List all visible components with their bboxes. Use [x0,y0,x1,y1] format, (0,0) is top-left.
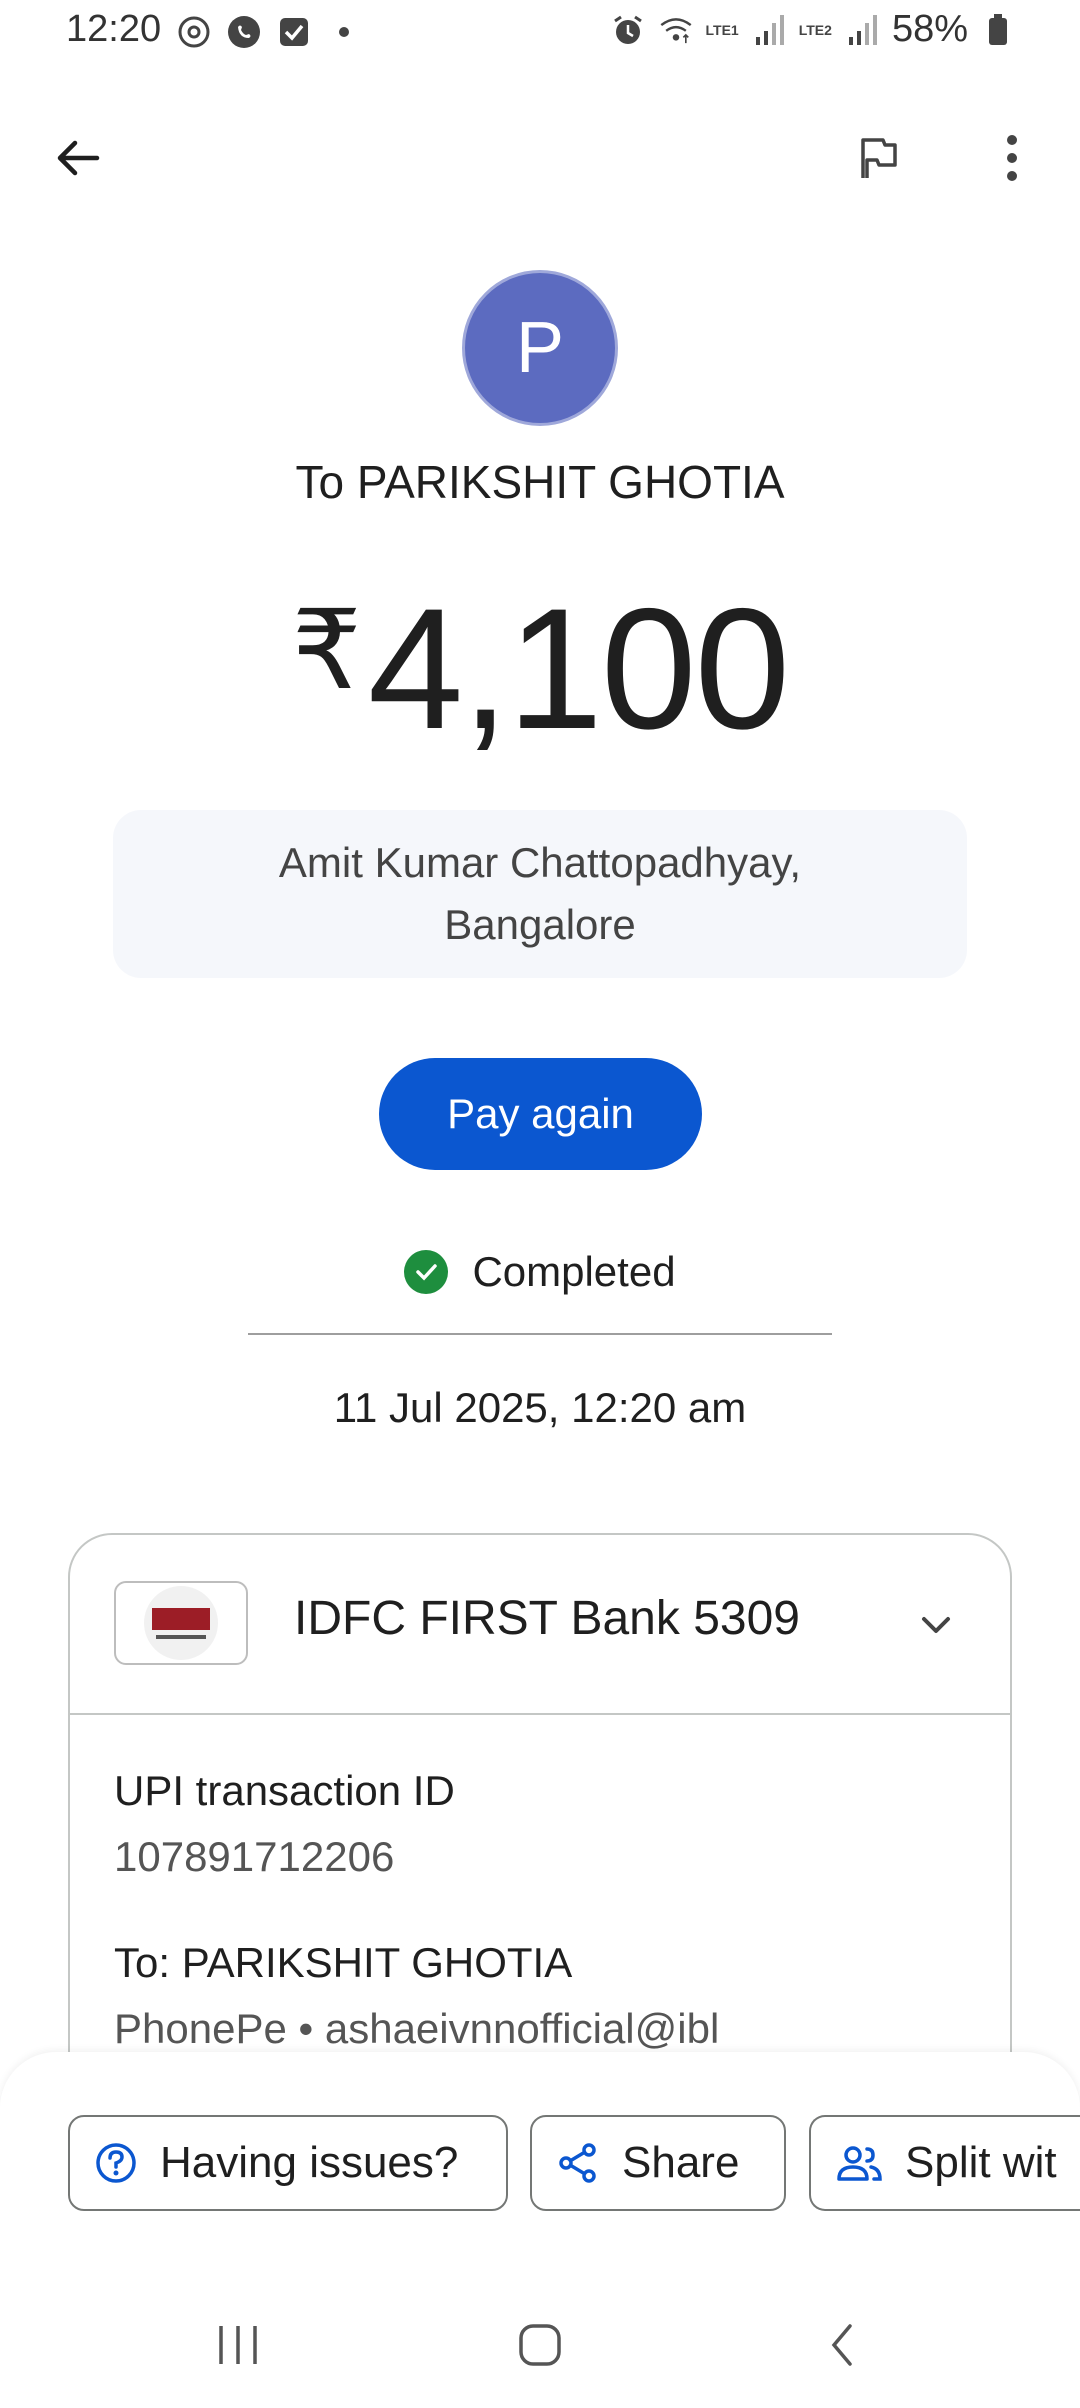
to-label: To: PARIKSHIT GHOTIA [114,1939,573,1986]
alarm-icon [610,12,646,48]
recent-apps-button[interactable] [198,2310,278,2380]
status-time: 12:20 [66,8,162,50]
chevron-down-icon [922,1617,950,1633]
avatar: P [462,270,618,426]
split-with-button[interactable]: Split wit [809,2115,1080,2211]
home-icon [519,2324,561,2366]
status-icons-left [176,14,362,50]
note-line-2: Bangalore [444,901,636,948]
more-options-button[interactable] [980,126,1044,190]
system-nav-bar [0,2280,1080,2408]
status-bar: 12:20 LTE1 LTE2 58% [0,0,1080,64]
amount: ₹4,100 [0,570,1080,768]
having-issues-label: Having issues? [160,2138,459,2187]
currency-symbol: ₹ [291,589,362,712]
pay-again-button[interactable]: Pay again [379,1058,702,1170]
signal-icon [751,12,787,48]
upi-id-label: UPI transaction ID [114,1767,455,1814]
group-icon [837,2146,882,2181]
share-icon [559,2143,596,2183]
wifi-icon [658,12,694,48]
more-vert-icon [1007,135,1017,181]
back-button[interactable] [46,126,110,190]
signal-icon [844,12,880,48]
status-text: Completed [472,1248,676,1295]
flag-icon [861,138,897,178]
status-icons-right: LTE1 LTE2 58% [610,8,1016,51]
report-flag-button[interactable] [845,126,909,190]
recent-apps-icon [219,2326,257,2364]
bank-logo [114,1581,248,1665]
upi-id-value[interactable]: 107891712206 [114,1833,966,1881]
home-button[interactable] [500,2310,580,2380]
system-back-button[interactable] [802,2310,882,2380]
check-circle-icon [404,1250,449,1294]
bank-name: IDFC FIRST Bank 5309 [294,1592,800,1645]
divider [248,1333,832,1335]
arrow-back-icon [57,140,100,176]
note-line-1: Amit Kumar Chattopadhyay, [278,839,802,886]
amount-value: 4,100 [367,573,790,765]
transaction-status: Completed [0,1248,1080,1296]
bank-account-row[interactable]: IDFC FIRST Bank 5309 [70,1535,1010,1715]
battery-icon [980,12,1016,48]
help-icon [96,2143,136,2183]
share-button[interactable]: Share [530,2115,786,2211]
battery-percent: 58% [891,8,968,50]
checkbox-icon [276,14,312,50]
sim1-label: LTE1 [705,21,739,38]
whatsapp-icon [226,14,262,50]
share-label: Share [622,2138,740,2187]
sim2-label: LTE2 [798,21,832,38]
to-upi-value: PhonePe • ashaeivnnofficial@ibl [114,2005,720,2052]
chevron-left-icon [831,2324,852,2366]
split-with-label: Split wit [905,2138,1057,2187]
payment-note: Amit Kumar Chattopadhyay, Bangalore [113,810,967,978]
app-bar [0,110,1080,200]
transaction-datetime: 11 Jul 2025, 12:20 am [333,1384,747,1431]
location-icon [176,14,212,50]
dot-icon [326,14,362,50]
expand-button[interactable] [904,1593,968,1657]
recipient-name: To PARIKSHIT GHOTIA [295,456,785,508]
having-issues-button[interactable]: Having issues? [68,2115,508,2211]
